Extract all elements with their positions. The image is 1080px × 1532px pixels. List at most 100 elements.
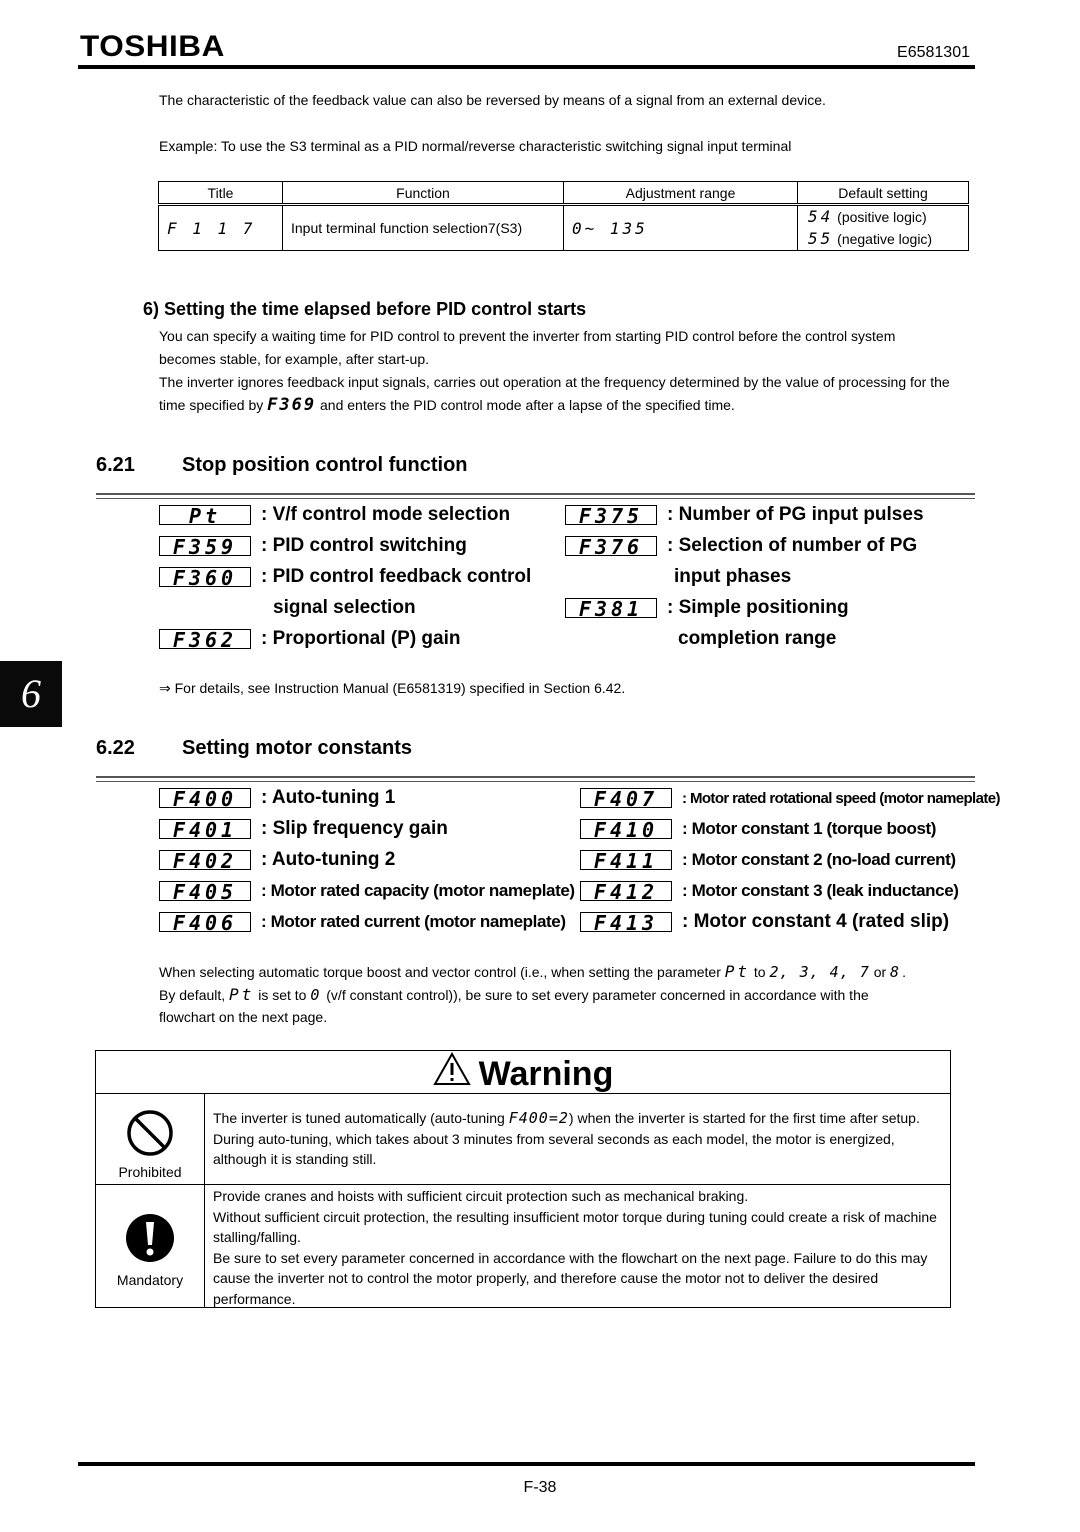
param-code-box: F376 xyxy=(565,535,657,557)
param-code-box: F411 xyxy=(580,849,672,871)
motor-note-line-3: flowchart on the next page. xyxy=(159,1009,328,1025)
param-desc: : Proportional (P) gain xyxy=(261,628,461,649)
subsection-para-2: The inverter ignores feedback input sign… xyxy=(159,371,959,417)
section-6-22-heading: 6.22 Setting motor constants xyxy=(96,737,412,760)
param-row: Pt : V/f control mode selection xyxy=(159,500,510,530)
param-row: F400: Auto-tuning 1 xyxy=(159,783,395,813)
param-desc: : Motor rated rotational speed (motor na… xyxy=(682,790,1001,807)
note-text: to xyxy=(753,964,766,980)
param-desc: : Slip frequency gain xyxy=(261,818,448,839)
mandatory-label: Mandatory xyxy=(116,1272,184,1288)
param-code-box: F362 xyxy=(159,628,251,650)
param-desc: : Simple positioning xyxy=(667,597,849,618)
warning-icon-cell: Mandatory xyxy=(96,1185,205,1307)
param-code-f400: F400=2 xyxy=(508,1109,569,1127)
param-desc: : Motor rated capacity (motor nameplate) xyxy=(261,881,575,900)
subsection-title: 6) Setting the time elapsed before PID c… xyxy=(143,299,587,319)
default-negative: 55 (negative logic) xyxy=(808,228,960,250)
reference-note: ⇒ For details, see Instruction Manual (E… xyxy=(159,680,626,696)
param-desc: : Auto-tuning 1 xyxy=(261,787,396,808)
param-row: F381 : Simple positioning xyxy=(565,593,849,623)
section-title: Stop position control function xyxy=(182,454,468,476)
param-code-box: F413 xyxy=(580,911,672,933)
chapter-tab: 6 xyxy=(0,661,62,727)
default-positive: 54 (positive logic) xyxy=(808,206,960,228)
header-function: Function xyxy=(282,181,564,206)
section-rule xyxy=(96,493,975,499)
note-value: 0 xyxy=(310,986,323,1004)
param-code-box: Pt xyxy=(159,504,251,526)
param-row: F410: Motor constant 1 (torque boost) xyxy=(580,814,936,844)
param-code-box: F359 xyxy=(159,535,251,557)
param-code-box: F375 xyxy=(565,504,657,526)
note-values: 2, 3, 4, 7 xyxy=(769,963,870,981)
page-number: F-38 xyxy=(523,1479,557,1496)
param-row: F412 : Motor constant 3 (leak inductance) xyxy=(580,876,959,906)
note-text: is set to xyxy=(258,987,307,1003)
prohibited-label: Prohibited xyxy=(118,1164,182,1180)
default-note: (positive logic) xyxy=(837,209,927,225)
header-rule xyxy=(78,65,975,69)
mandatory-line: Be sure to set every parameter concerned… xyxy=(213,1249,928,1307)
warning-icon-cell: Prohibited xyxy=(96,1094,205,1184)
param-desc: : PID control feedback control xyxy=(261,566,532,587)
param-row: F401 : Slip frequency gain xyxy=(159,814,448,844)
param-desc: : Motor rated current (motor nameplate) xyxy=(261,912,566,931)
warning-title: Warning xyxy=(478,1055,614,1094)
param-row: F360 : PID control feedback control xyxy=(159,562,531,592)
param-row-continuation: input phases xyxy=(674,566,792,587)
param-row-continuation: completion range xyxy=(678,628,837,649)
cell-title: F 1 1 7 xyxy=(158,204,283,251)
param-row: F411: Motor constant 2 (no-load current) xyxy=(580,845,956,875)
warning-header: Warning xyxy=(96,1051,950,1094)
param-code-box: F360 xyxy=(159,566,251,588)
cell-default: 54 (positive logic) 55 (negative logic) xyxy=(797,204,969,251)
param-desc: : V/f control mode selection xyxy=(261,504,511,525)
param-code-box: F381 xyxy=(565,597,657,619)
mandatory-line: Provide cranes and hoists with sufficien… xyxy=(213,1188,749,1204)
prohibited-text: The inverter is tuned automatically (aut… xyxy=(213,1108,944,1170)
param-row: F406: Motor rated current (motor namepla… xyxy=(159,907,566,937)
param-code-box: F412 xyxy=(580,880,672,902)
note-text: (v/f constant control)), be sure to set … xyxy=(326,987,869,1003)
param-row: F359 : PID control switching xyxy=(159,531,467,561)
cell-range: 0~ 135 xyxy=(563,204,798,251)
param-code-box: F405 xyxy=(159,880,251,902)
param-row: F362 : Proportional (P) gain xyxy=(159,624,461,654)
section-number: 6.22 xyxy=(96,737,135,759)
param-desc: : Motor constant 4 (rated slip) xyxy=(682,911,950,932)
param-code-pt: Pt xyxy=(724,962,751,981)
warning-box: Warning Prohibited The inverter is tuned… xyxy=(95,1050,951,1308)
subsection-para-1: You can specify a waiting time for PID c… xyxy=(159,328,896,367)
section-title: Setting motor constants xyxy=(182,737,413,759)
param-row-continuation: signal selection xyxy=(273,597,416,618)
warning-text: The inverter is tuned automatically (aut… xyxy=(213,1110,505,1126)
table-header-row: Title Function Adjustment range Default … xyxy=(158,181,969,206)
header-default-setting: Default setting xyxy=(797,181,969,206)
param-desc: : Auto-tuning 2 xyxy=(261,849,396,870)
header-adjustment-range: Adjustment range xyxy=(563,181,798,206)
default-note: (negative logic) xyxy=(837,231,933,247)
param-code-f369: F369 xyxy=(267,395,317,415)
intro-line-1: The characteristic of the feedback value… xyxy=(159,92,826,108)
footer-rule xyxy=(78,1462,975,1466)
section-6-21-heading: 6.21 Stop position control function xyxy=(96,454,468,477)
header-title: Title xyxy=(158,181,283,206)
param-desc: : Motor constant 1 (torque boost) xyxy=(682,819,937,838)
document-number: E6581301 xyxy=(897,44,970,61)
param-desc: : Motor constant 3 (leak inductance) xyxy=(682,881,959,900)
motor-note-line-2: By default, Pt is set to 0 (v/f constant… xyxy=(159,983,979,1007)
default-code: 54 xyxy=(808,207,834,226)
param-code-box: F401 xyxy=(159,818,251,840)
warning-row-prohibited: Prohibited The inverter is tuned automat… xyxy=(96,1094,950,1185)
param-row: F376: Selection of number of PG xyxy=(565,531,917,561)
param-row: F405 : Motor rated capacity (motor namepl… xyxy=(159,876,575,906)
warning-row-mandatory: Mandatory Provide cranes and hoists with… xyxy=(96,1185,950,1307)
cell-function: Input terminal function selection7(S3) xyxy=(282,204,564,251)
param-code-box: F407 xyxy=(580,787,672,809)
toshiba-logo: TOSHIBA xyxy=(80,30,225,63)
param-desc: : PID control switching xyxy=(261,535,467,556)
param-code-box: F402 xyxy=(159,849,251,871)
para-2-post: and enters the PID control mode after a … xyxy=(320,397,735,413)
note-text: By default, xyxy=(159,987,226,1003)
